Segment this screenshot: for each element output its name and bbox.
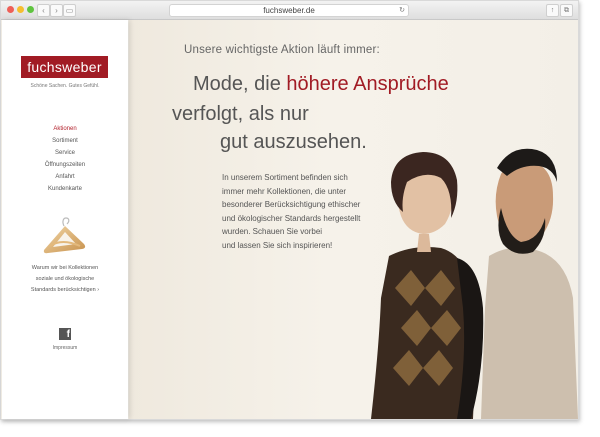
headline-line-1: Mode, die höhere Ansprüche xyxy=(193,73,449,96)
promo-line-1: Warum wir bei Kollektionen xyxy=(31,265,99,271)
promo-line-2: soziale und ökologische xyxy=(35,276,95,282)
tagline: Schöne Sachen. Gutes Gefühl. xyxy=(30,83,100,89)
headline-line-2: verfolgt, als nur xyxy=(172,103,309,125)
browser-toolbar: ‹ › ▭ fuchsweber.de ↻ ↑ ⧉ xyxy=(1,1,578,20)
sidebar: fuchsweber Schöne Sachen. Gutes Gefühl. … xyxy=(2,20,128,419)
nav-item-anfahrt[interactable]: Anfahrt xyxy=(2,171,128,183)
sustainability-link[interactable]: Warum wir bei Kollektionen soziale und ö… xyxy=(2,263,128,296)
reload-icon[interactable]: ↻ xyxy=(399,5,405,16)
logo[interactable]: fuchsweber xyxy=(21,56,108,78)
tabs-icon[interactable]: ⧉ xyxy=(560,4,573,17)
share-icon[interactable]: ↑ xyxy=(546,4,559,17)
body-line-5: wurden. Schauen Sie vorbei xyxy=(222,227,323,236)
nav-item-sortiment[interactable]: Sortiment xyxy=(2,135,128,147)
body-line-4: und ökologischer Standards hergestellt xyxy=(222,213,361,223)
promo-line-3: Standards berücksichtigen › xyxy=(30,287,100,293)
facebook-icon[interactable]: f xyxy=(59,328,71,340)
sidebar-icon[interactable]: ▭ xyxy=(63,4,76,17)
address-bar[interactable]: fuchsweber.de ↻ xyxy=(169,4,409,17)
models-photo xyxy=(371,148,578,419)
eyebrow-text: Unsere wichtigste Aktion läuft immer: xyxy=(184,44,380,56)
headline-line-3: gut auszusehen. xyxy=(220,131,367,153)
body-line-3: besonderer Berücksichtigung ethischer xyxy=(222,200,361,209)
hanger-icon[interactable] xyxy=(40,216,90,258)
body-line-1: In unserem Sortiment befinden sich xyxy=(222,173,348,182)
nav-item-kundenkarte[interactable]: Kundenkarte xyxy=(2,183,128,195)
headline-accent: höhere Ansprüche xyxy=(286,73,449,95)
chevron-right-icon[interactable]: › xyxy=(50,4,63,17)
intro-paragraph: In unserem Sortiment befinden sich immer… xyxy=(222,171,360,252)
body-line-6: und lassen Sie sich inspirieren! xyxy=(222,240,333,250)
url-text: fuchsweber.de xyxy=(263,6,315,15)
main-nav: Aktionen Sortiment Service Öffnungszeite… xyxy=(2,123,128,195)
headline-part-1: Mode, die xyxy=(193,73,287,95)
nav-item-oeffnungszeiten[interactable]: Öffnungszeiten xyxy=(2,159,128,171)
main-content: Unsere wichtigste Aktion läuft immer: Mo… xyxy=(129,20,578,419)
nav-item-service[interactable]: Service xyxy=(2,147,128,159)
close-window-button[interactable] xyxy=(7,6,14,13)
zoom-window-button[interactable] xyxy=(27,6,34,13)
minimize-window-button[interactable] xyxy=(17,6,24,13)
impressum-link[interactable]: Impressum xyxy=(2,345,128,351)
browser-window: ‹ › ▭ fuchsweber.de ↻ ↑ ⧉ fuchsweber Sch… xyxy=(0,0,579,420)
body-line-2: immer mehr Kollektionen, die unter xyxy=(222,186,347,196)
chevron-left-icon[interactable]: ‹ xyxy=(37,4,50,17)
nav-item-aktionen[interactable]: Aktionen xyxy=(2,123,128,135)
